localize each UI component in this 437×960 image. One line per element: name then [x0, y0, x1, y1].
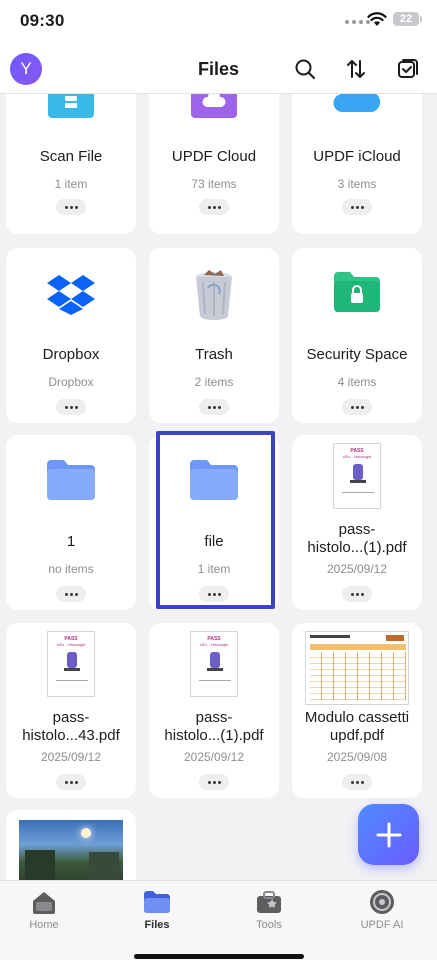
tab-label: Files — [144, 919, 170, 931]
file-card-date: 2025/09/08 — [326, 750, 388, 764]
more-options-icon[interactable] — [199, 774, 229, 790]
folder-icon — [47, 460, 95, 500]
file-card-security-space[interactable]: Security Space 4 items — [292, 248, 422, 423]
page-title: Files — [197, 59, 240, 79]
file-card-count: 2 items — [194, 375, 234, 389]
thumbnail-subtitle: UEx - Histologie — [342, 454, 372, 459]
plus-icon — [376, 822, 401, 847]
file-card-image[interactable] — [6, 810, 136, 880]
status-bar: 09:30 22 — [0, 0, 437, 44]
file-card-name: pass-histolo...(1).pdf — [164, 709, 264, 744]
home-icon — [33, 892, 55, 914]
file-card-name: UPDF iCloud — [313, 148, 401, 165]
tab-label: Tools — [256, 919, 282, 931]
file-card-pdf[interactable]: PASS UEx - Histologie pass-histolo...43.… — [6, 623, 136, 798]
tools-icon — [257, 891, 281, 913]
file-card-date: 2025/09/12 — [40, 750, 102, 764]
file-card-pdf[interactable]: PASS UEx - Histologie pass-histolo...(1)… — [149, 623, 279, 798]
more-options-icon[interactable] — [56, 399, 86, 415]
selection-highlight — [156, 431, 275, 609]
tab-tools[interactable]: Tools — [229, 887, 309, 931]
top-navigation-bar: Y Files — [0, 44, 437, 94]
battery-indicator: 22 — [393, 12, 422, 26]
tab-bar: Home Files Tools UPDF AI — [0, 880, 437, 960]
dropbox-icon — [47, 275, 95, 315]
pdf-thumbnail: PASS UEx - Histologie — [190, 631, 238, 697]
file-card-name: pass-histolo...(1).pdf — [307, 521, 407, 556]
file-card-date: 2025/09/12 — [183, 750, 245, 764]
file-card-dropbox[interactable]: Dropbox Dropbox — [6, 248, 136, 423]
more-options-icon[interactable] — [199, 199, 229, 215]
file-card-name: Dropbox — [42, 346, 100, 363]
search-icon[interactable] — [293, 57, 317, 81]
file-card-trash[interactable]: Trash 2 items — [149, 248, 279, 423]
file-card-count: no items — [48, 562, 94, 576]
pdf-thumbnail: PASS UEx - Histologie — [333, 443, 381, 509]
home-indicator — [134, 954, 304, 959]
files-grid: Scan File 1 item UPDF Cloud 73 items UPD… — [0, 94, 437, 880]
tab-label: Home — [29, 919, 59, 931]
pdf-thumbnail: PASS UEx - Histologie — [47, 631, 95, 697]
file-card-name: Scan File — [39, 148, 103, 165]
more-options-icon[interactable] — [342, 199, 372, 215]
more-options-icon[interactable] — [56, 586, 86, 602]
file-card-count: Dropbox — [48, 375, 94, 389]
image-thumbnail — [19, 820, 123, 880]
file-card-updf-cloud[interactable]: UPDF Cloud 73 items — [149, 94, 279, 234]
more-options-icon[interactable] — [199, 399, 229, 415]
file-card-count: 1 item — [54, 177, 88, 191]
icloud-icon — [333, 94, 381, 112]
security-folder-icon — [334, 272, 380, 312]
file-card-scan-file[interactable]: Scan File 1 item — [6, 94, 136, 234]
file-card-count: 73 items — [191, 177, 237, 191]
scan-folder-icon — [48, 94, 94, 118]
file-card-name: 1 — [66, 533, 76, 550]
thumbnail-subtitle: UEx - Histologie — [199, 642, 229, 647]
tab-home[interactable]: Home — [4, 887, 84, 931]
file-card-updf-icloud[interactable]: UPDF iCloud 3 items — [292, 94, 422, 234]
file-card-name: Security Space — [306, 346, 408, 363]
status-time: 09:30 — [20, 11, 65, 30]
file-card-count: 3 items — [337, 177, 377, 191]
more-options-icon[interactable] — [56, 774, 86, 790]
file-card-name: Modulo cassetti updf.pdf — [304, 709, 410, 744]
file-card-date: 2025/09/12 — [326, 562, 388, 576]
file-card-name: UPDF Cloud — [171, 148, 257, 165]
ai-icon — [370, 890, 394, 914]
thumbnail-subtitle: UEx - Histologie — [56, 642, 86, 647]
file-card-pdf[interactable]: PASS UEx - Histologie pass-histolo...(1)… — [292, 435, 422, 610]
file-card-name: Trash — [195, 346, 233, 363]
cloud-folder-icon — [191, 94, 237, 118]
tab-files[interactable]: Files — [117, 887, 197, 931]
more-options-icon[interactable] — [342, 399, 372, 415]
file-card-pdf[interactable]: Modulo cassetti updf.pdf 2025/09/08 — [292, 623, 422, 798]
file-card-folder-1[interactable]: 1 no items — [6, 435, 136, 610]
trash-icon — [196, 270, 232, 320]
tab-label: UPDF AI — [360, 919, 404, 931]
more-options-icon[interactable] — [342, 586, 372, 602]
pdf-thumbnail — [305, 631, 409, 705]
sort-icon[interactable] — [344, 57, 368, 81]
select-icon[interactable] — [396, 57, 420, 81]
add-button[interactable] — [358, 804, 419, 865]
file-card-name: pass-histolo...43.pdf — [22, 709, 120, 744]
more-options-icon[interactable] — [342, 774, 372, 790]
wifi-icon — [367, 12, 387, 26]
tab-updf-ai[interactable]: UPDF AI — [342, 887, 422, 931]
file-card-count: 4 items — [337, 375, 377, 389]
more-options-icon[interactable] — [56, 199, 86, 215]
files-icon — [144, 891, 170, 913]
